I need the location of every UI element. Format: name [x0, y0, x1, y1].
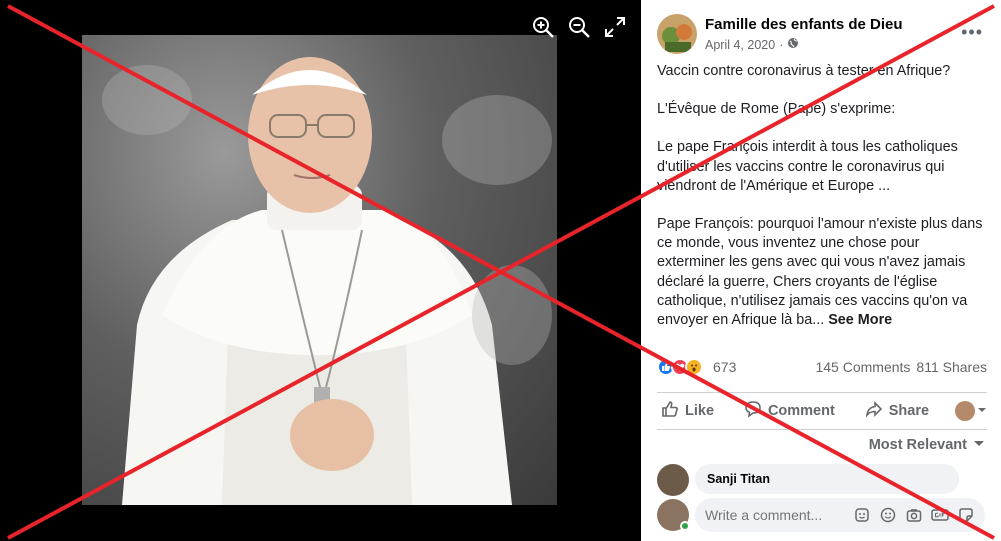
comment-count[interactable]: 145 Comments: [815, 359, 910, 375]
photo-background-blur: [442, 95, 552, 185]
chevron-down-icon: [977, 403, 987, 419]
fullscreen-icon[interactable]: [602, 14, 628, 40]
post-paragraph: Le pape François interdit à tous les cat…: [657, 139, 958, 194]
gif-icon[interactable]: [931, 506, 949, 524]
action-bar: Like Comment Share: [657, 392, 987, 430]
photo-viewer: [0, 0, 641, 541]
comment-sort-dropdown[interactable]: Most Relevant: [869, 437, 985, 453]
sort-label: Most Relevant: [868, 437, 967, 453]
comment-bubble: Sanji Titan: [695, 464, 959, 494]
camera-icon[interactable]: [905, 506, 923, 524]
comment-input-box[interactable]: [695, 498, 985, 532]
more-options-button[interactable]: •••: [961, 22, 983, 43]
avatar-sticker-icon[interactable]: [853, 506, 871, 524]
post-text: Vaccin contre coronavirus à tester en Af…: [657, 62, 987, 349]
zoom-out-icon[interactable]: [566, 14, 592, 40]
commenter-avatar[interactable]: [657, 464, 689, 496]
reactions-bar: 673 145 Comments 811 Shares: [657, 358, 987, 376]
zoom-in-icon[interactable]: [530, 14, 556, 40]
comment-item: Sanji Titan: [657, 464, 959, 496]
post-photo[interactable]: [82, 35, 557, 505]
meta-separator: ·: [779, 37, 784, 52]
like-label: Like: [685, 403, 715, 419]
engagement-counts: 145 Comments 811 Shares: [815, 359, 987, 375]
like-icon: [661, 400, 679, 422]
post-pane: Famille des enfants de Dieu April 4, 202…: [641, 0, 1001, 541]
reaction-count[interactable]: 673: [713, 359, 736, 375]
comment-icon: [744, 400, 762, 422]
comment-composer: [657, 498, 985, 532]
share-button[interactable]: Share: [861, 400, 933, 422]
post-paragraph: Pape François: pourquoi l'amour n'existe…: [657, 215, 987, 330]
sticker-icon[interactable]: [957, 506, 975, 524]
globe-icon: [787, 37, 799, 52]
post-paragraph-text: Pape François: pourquoi l'amour n'existe…: [657, 216, 983, 329]
post-meta: April 4, 2020 ·: [705, 37, 903, 52]
photo-background-blur: [102, 65, 192, 135]
share-icon: [865, 400, 883, 422]
user-avatar: [954, 401, 975, 421]
reaction-icons[interactable]: [657, 358, 703, 376]
commenter-name[interactable]: Sanji Titan: [707, 472, 770, 486]
share-label: Share: [888, 403, 930, 419]
like-button[interactable]: Like: [657, 400, 718, 422]
current-user-avatar[interactable]: [657, 499, 690, 531]
post-header: Famille des enfants de Dieu April 4, 202…: [657, 14, 903, 54]
share-count[interactable]: 811 Shares: [916, 359, 987, 375]
comment-input[interactable]: [705, 507, 845, 523]
online-status-dot: [680, 521, 690, 531]
comment-label: Comment: [767, 403, 835, 419]
emoji-icon[interactable]: [879, 506, 897, 524]
comment-button[interactable]: Comment: [740, 400, 839, 422]
wow-reaction-icon: [685, 358, 703, 376]
viewer-toolbar: [530, 14, 628, 40]
page-name[interactable]: Famille des enfants de Dieu: [705, 16, 903, 33]
post-paragraph: Vaccin contre coronavirus à tester en Af…: [657, 63, 951, 79]
post-date[interactable]: April 4, 2020: [705, 38, 775, 52]
see-more-link[interactable]: See More: [828, 312, 892, 328]
post-paragraph: L'Évêque de Rome (Pape) s'exprime:: [657, 101, 896, 118]
chevron-down-icon: [973, 437, 985, 453]
photo-background-blur: [472, 265, 552, 365]
react-as-selector[interactable]: [954, 401, 987, 421]
page-avatar[interactable]: [657, 14, 697, 54]
composer-icons: [853, 506, 975, 524]
